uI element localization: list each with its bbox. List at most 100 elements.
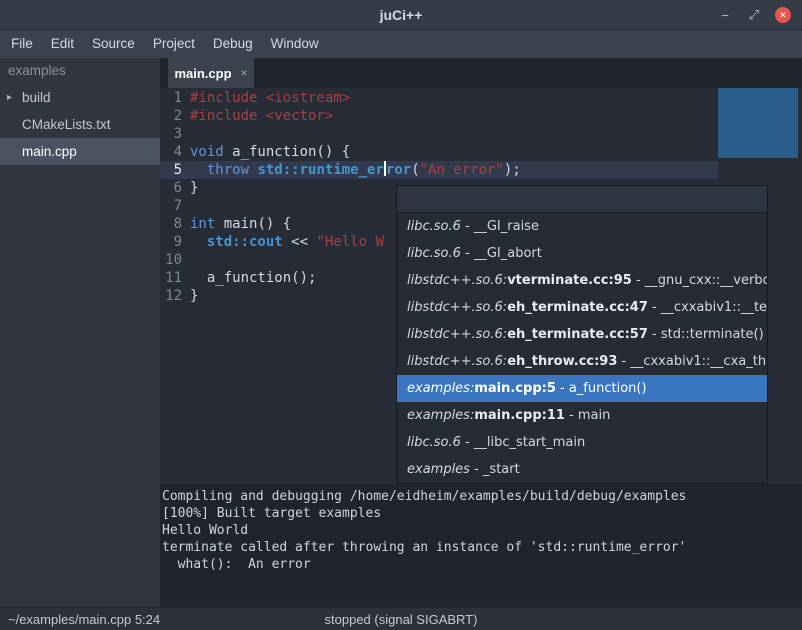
file-tree-item-label: main.cpp (22, 144, 77, 159)
tab-bar: main.cpp × (160, 58, 802, 88)
chevron-right-icon[interactable]: ▸ (7, 92, 12, 103)
line-number: 12 (160, 287, 186, 305)
stack-frame-list: libc.so.6 - __GI_raiselibc.so.6 - __GI_a… (397, 213, 767, 483)
stack-frame-item[interactable]: libstdc++.so.6:vterminate.cc:95 - __gnu_… (397, 267, 767, 294)
code-line-5: 5 throw std::runtime_error("An error"); (160, 161, 802, 179)
code-text (186, 251, 190, 269)
frame-function: - a_function() (556, 381, 647, 396)
frame-library: libstdc++.so.6: (407, 354, 507, 369)
stack-frame-item[interactable]: libc.so.6 - __GI_abort (397, 240, 767, 267)
code-text: } (186, 179, 198, 197)
stack-frame-item[interactable]: libstdc++.so.6:eh_throw.cc:93 - __cxxabi… (397, 348, 767, 375)
frame-library: libc.so.6 (407, 219, 461, 234)
frame-function: - _start (470, 462, 520, 477)
line-number: 10 (160, 251, 186, 269)
line-number: 5 (160, 161, 186, 179)
titlebar[interactable]: juCi++ − ⤢ ✕ (0, 0, 802, 30)
stack-frame-item[interactable]: libstdc++.so.6:eh_terminate.cc:47 - __cx… (397, 294, 767, 321)
frame-location: eh_terminate.cc:57 (507, 327, 648, 342)
file-tree-items: ▸ build CMakeLists.txt main.cpp (0, 84, 160, 165)
frame-library: libstdc++.so.6: (407, 327, 507, 342)
code-line-4: 4void a_function() { (160, 143, 802, 161)
frame-location: vterminate.cc:95 (507, 273, 632, 288)
popup-search-input[interactable] (397, 186, 767, 213)
stack-frame-item[interactable]: libc.so.6 - __GI_raise (397, 213, 767, 240)
window-title: juCi++ (0, 7, 802, 23)
code-text: #include <iostream> (186, 89, 350, 107)
status-file-position: ~/examples/main.cpp 5:24 (0, 612, 160, 627)
line-number: 7 (160, 197, 186, 215)
line-number: 1 (160, 89, 186, 107)
menu-file[interactable]: File (2, 30, 42, 58)
stack-frame-popup: libc.so.6 - __GI_raiselibc.so.6 - __GI_a… (396, 185, 768, 484)
stack-frame-item[interactable]: examples - _start (397, 456, 767, 483)
code-text (186, 125, 190, 143)
menu-project[interactable]: Project (144, 30, 204, 58)
output-terminal[interactable]: Compiling and debugging /home/eidheim/ex… (160, 485, 802, 607)
frame-function: - std::terminate() (648, 327, 764, 342)
frame-function: - __cxxabiv1::__cxa_thro (617, 354, 767, 369)
overview-box (718, 88, 798, 158)
code-line-3: 3 (160, 125, 802, 143)
code-text (186, 197, 190, 215)
tab-close-icon[interactable]: × (241, 66, 248, 80)
stack-frame-item[interactable]: libstdc++.so.6:eh_terminate.cc:57 - std:… (397, 321, 767, 348)
terminal-line: terminate called after throwing an insta… (162, 539, 802, 556)
line-number: 9 (160, 233, 186, 251)
terminal-line: Compiling and debugging /home/eidheim/ex… (162, 488, 802, 505)
frame-library: examples (407, 462, 470, 477)
menubar: FileEditSourceProjectDebugWindow (0, 30, 802, 58)
frame-library: libc.so.6 (407, 246, 461, 261)
menu-window[interactable]: Window (262, 30, 328, 58)
project-folder-label: examples (0, 58, 160, 84)
line-number: 2 (160, 107, 186, 125)
tab-label: main.cpp (174, 66, 231, 81)
frame-location: main.cpp:11 (474, 408, 565, 423)
code-text: void a_function() { (186, 143, 350, 161)
terminal-line: Hello World (162, 522, 802, 539)
frame-function: - __libc_start_main (461, 435, 585, 450)
code-text: #include <vector> (186, 107, 333, 125)
file-tree-item-build[interactable]: ▸ build (0, 84, 160, 111)
terminal-line: [100%] Built target examples (162, 505, 802, 522)
frame-function: - __GI_raise (461, 219, 539, 234)
code-line-2: 2#include <vector> (160, 107, 802, 125)
restore-icon[interactable]: ⤢ (746, 7, 762, 23)
code-text: a_function(); (186, 269, 316, 287)
menu-debug[interactable]: Debug (204, 30, 262, 58)
jucipp-window: juCi++ − ⤢ ✕ FileEditSourceProjectDebugW… (0, 0, 802, 630)
frame-function: - __GI_abort (461, 246, 542, 261)
file-tree-item-label: CMakeLists.txt (22, 117, 111, 132)
frame-library: examples: (407, 408, 474, 423)
line-number: 3 (160, 125, 186, 143)
stack-frame-item[interactable]: examples:main.cpp:5 - a_function() (397, 375, 767, 402)
code-line-1: 1#include <iostream> (160, 89, 802, 107)
menu-edit[interactable]: Edit (42, 30, 83, 58)
stack-frame-item[interactable]: examples:main.cpp:11 - main (397, 402, 767, 429)
frame-location: eh_throw.cc:93 (507, 354, 617, 369)
menu-source[interactable]: Source (83, 30, 144, 58)
line-number: 4 (160, 143, 186, 161)
window-controls: − ⤢ ✕ (717, 0, 791, 30)
file-tree-item-cmakelists-txt[interactable]: CMakeLists.txt (0, 111, 160, 138)
terminal-line: what(): An error (162, 556, 802, 573)
file-tree: examples ▸ build CMakeLists.txt main.cpp (0, 58, 160, 607)
frame-library: examples: (407, 381, 474, 396)
line-number: 8 (160, 215, 186, 233)
frame-location: eh_terminate.cc:47 (507, 300, 648, 315)
status-bar: ~/examples/main.cpp 5:24 stopped (signal… (0, 607, 802, 630)
frame-function: - __gnu_cxx::__verbos (632, 273, 767, 288)
code-text: std::cout << "Hello W (186, 233, 384, 251)
frame-location: main.cpp:5 (474, 381, 556, 396)
file-tree-item-label: build (22, 90, 51, 105)
minimize-icon[interactable]: − (717, 7, 733, 23)
frame-function: - __cxxabiv1::__term (648, 300, 767, 315)
stack-frame-item[interactable]: libc.so.6 - __libc_start_main (397, 429, 767, 456)
frame-library: libc.so.6 (407, 435, 461, 450)
tab-main-cpp[interactable]: main.cpp × (168, 58, 254, 88)
code-text: } (186, 287, 198, 305)
file-tree-item-main-cpp[interactable]: main.cpp (0, 138, 160, 165)
close-icon[interactable]: ✕ (775, 7, 791, 23)
line-number: 11 (160, 269, 186, 287)
code-text: int main() { (186, 215, 291, 233)
